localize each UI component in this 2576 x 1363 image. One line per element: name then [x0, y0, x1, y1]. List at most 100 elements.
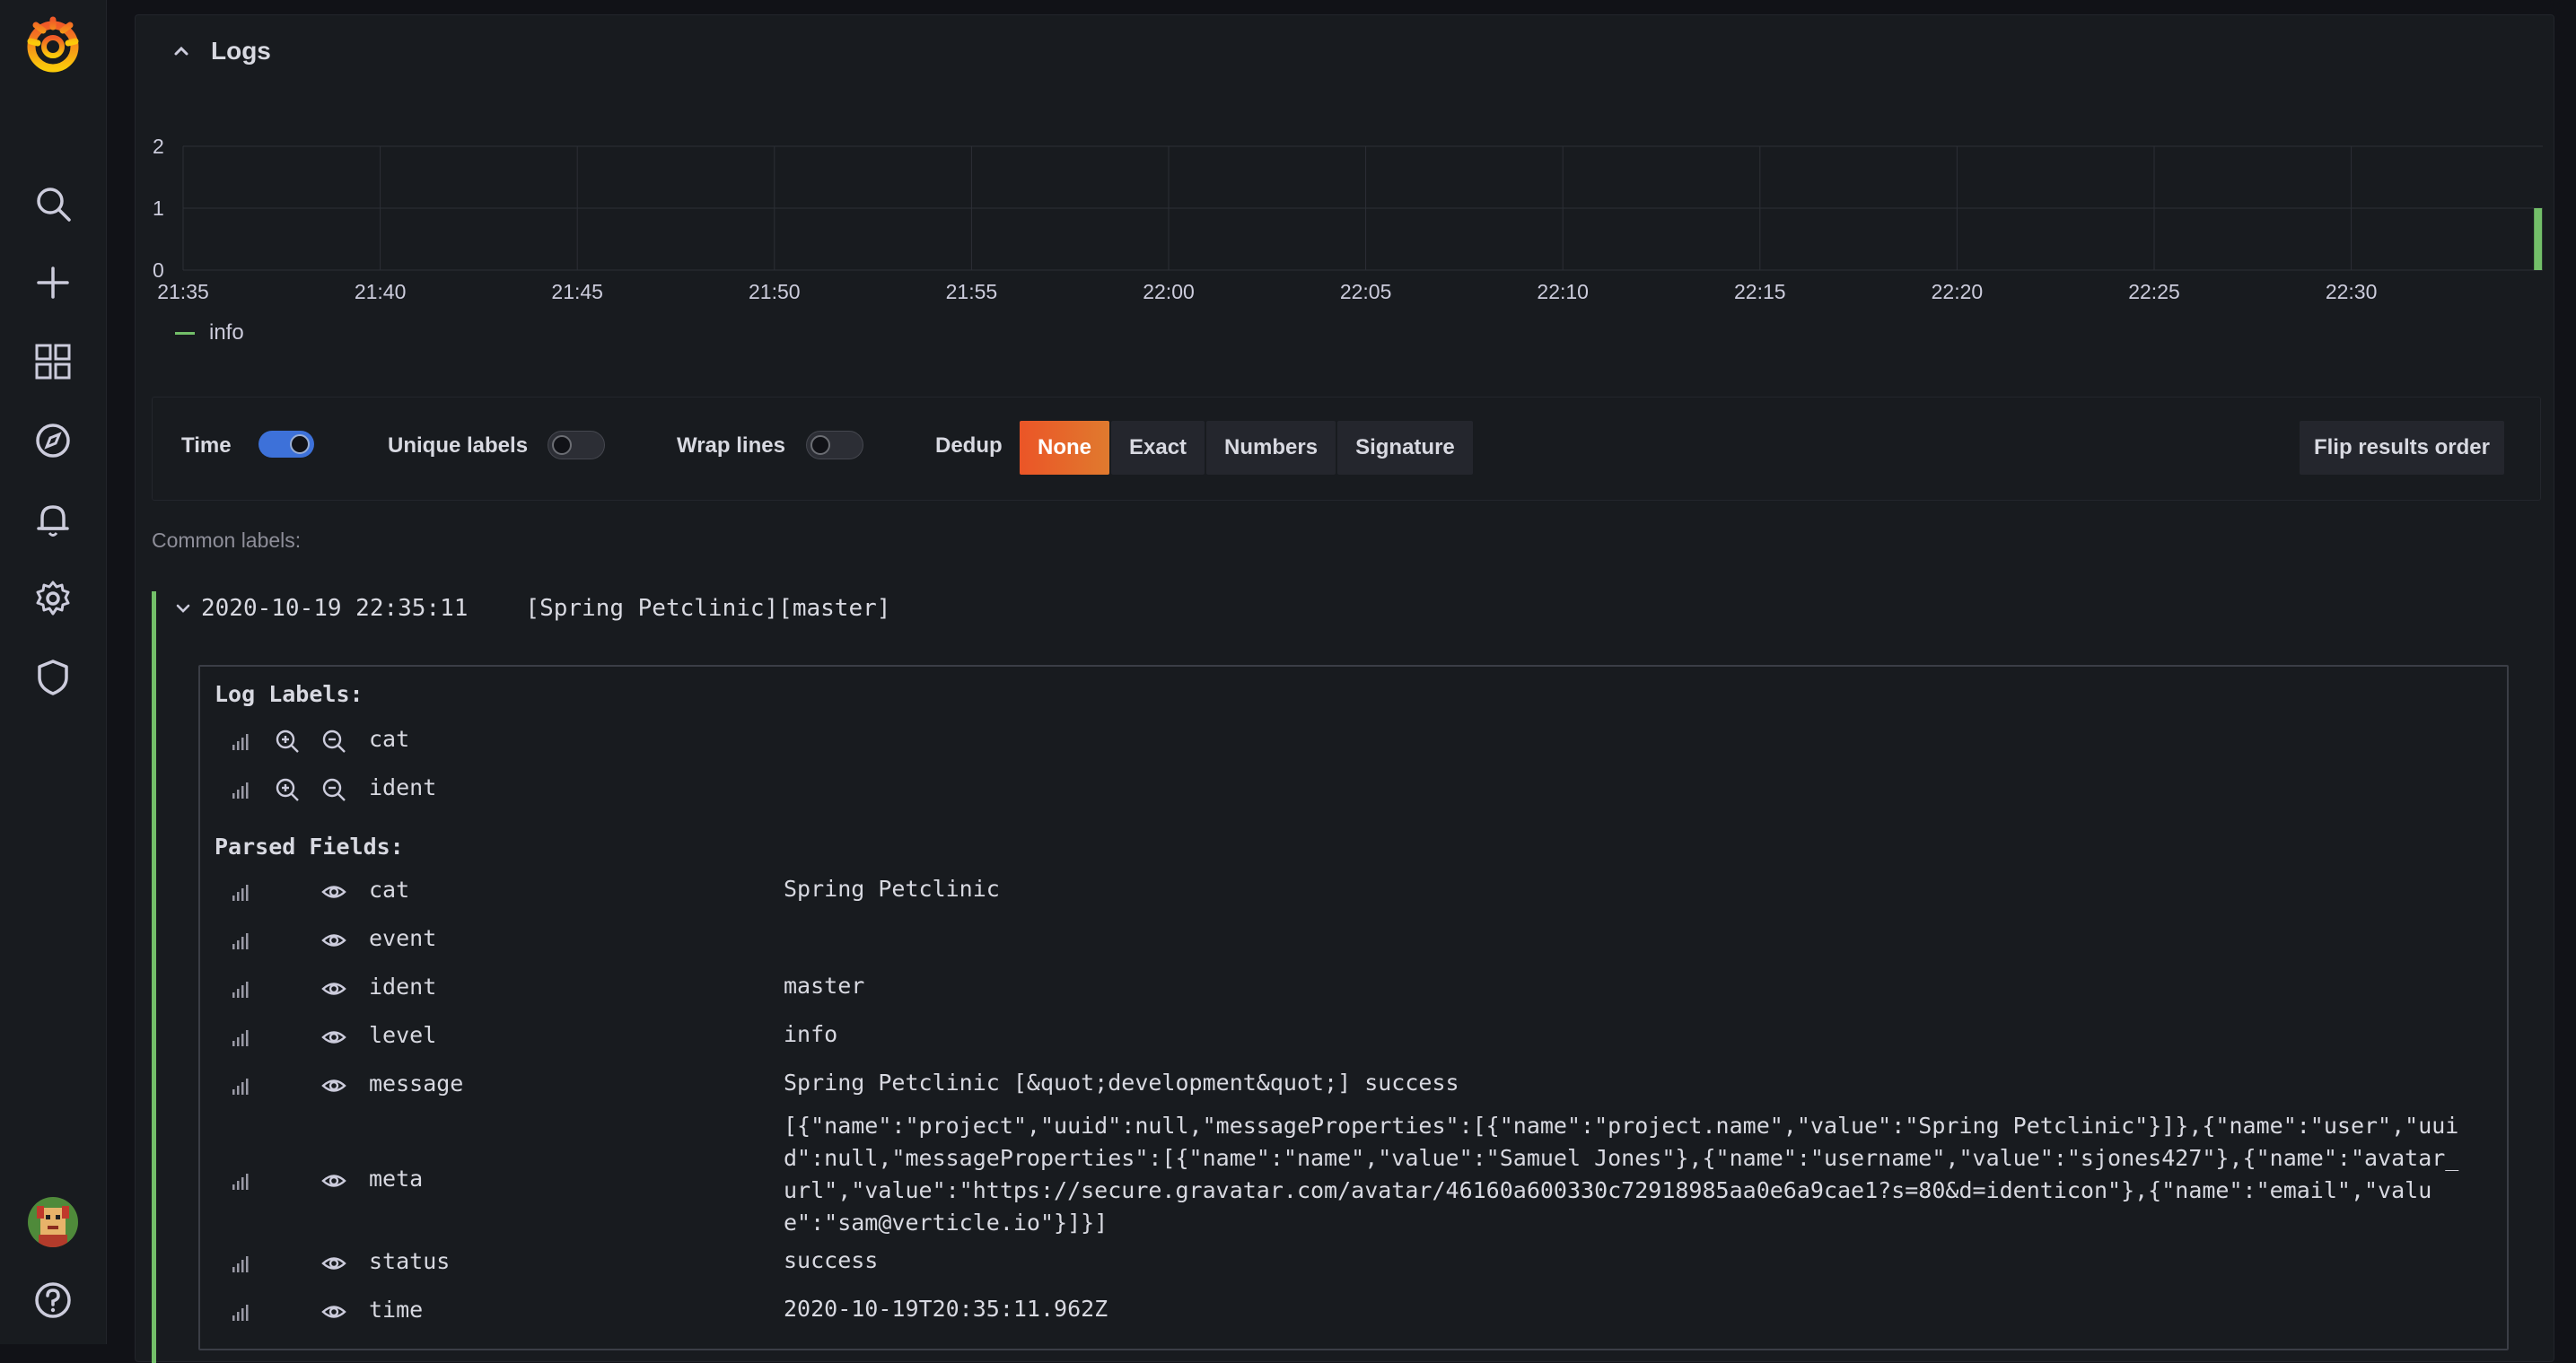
x-tick-label: 22:30	[2326, 280, 2378, 302]
parsed-fields-title: Parsed Fields:	[215, 834, 404, 860]
grafana-logo[interactable]	[20, 13, 86, 79]
parsed-field-name: cat	[369, 877, 410, 903]
zoom-out-icon[interactable]	[320, 776, 347, 803]
eye-icon[interactable]	[320, 1024, 347, 1051]
eye-icon[interactable]	[320, 1167, 347, 1194]
panel-header[interactable]: Logs	[171, 37, 271, 66]
panel-title: Logs	[211, 37, 271, 65]
stats-icon[interactable]	[227, 1072, 254, 1099]
stats-icon[interactable]	[227, 1167, 254, 1194]
parsed-field-value: master	[784, 973, 865, 999]
dashboards-icon[interactable]	[27, 336, 79, 388]
x-tick-label: 22:05	[1340, 280, 1392, 302]
parsed-field-name: time	[369, 1297, 424, 1323]
parsed-field-name: status	[369, 1248, 451, 1274]
y-tick-label: 2	[153, 135, 164, 158]
parsed-field-value: Spring Petclinic [&quot;development&quot…	[784, 1070, 1459, 1096]
parsed-field-value: [{"name":"project","uuid":null,"messageP…	[784, 1113, 2459, 1236]
stats-icon[interactable]	[227, 1250, 254, 1277]
dedup-none-button[interactable]: None	[1020, 421, 1109, 475]
log-line[interactable]: 2020-10-19 22:35:11 [Spring Petclinic][m…	[174, 595, 890, 622]
parsed-field-row: level info	[200, 1021, 2498, 1070]
parsed-field-row: status success	[200, 1247, 2498, 1297]
stats-icon[interactable]	[227, 728, 254, 755]
zoom-out-icon[interactable]	[320, 728, 347, 755]
stats-icon[interactable]	[227, 927, 254, 954]
dedup-label: Dedup	[935, 433, 1003, 458]
plus-icon[interactable]	[27, 257, 79, 309]
parsed-field-value: Spring Petclinic	[784, 876, 1000, 902]
x-tick-label: 22:00	[1143, 280, 1195, 302]
dedup-numbers-button[interactable]: Numbers	[1206, 421, 1336, 475]
x-tick-label: 21:35	[157, 280, 209, 302]
logs-volume-chart: 0 1 2 21:35 21:40 21:45 21:50 21:55 22:00 22:05 22…	[153, 135, 2543, 302]
stats-icon[interactable]	[227, 878, 254, 905]
stats-icon[interactable]	[227, 1298, 254, 1325]
parsed-field-name: ident	[369, 974, 437, 1000]
chevron-up-icon[interactable]	[171, 41, 191, 61]
time-switch[interactable]	[258, 431, 314, 458]
x-tick-label: 22:10	[1537, 280, 1589, 302]
parsed-field-row: event	[200, 925, 2498, 974]
dedup-options: None Exact Numbers Signature	[1020, 421, 1473, 475]
y-tick-label: 1	[153, 197, 164, 220]
chart-bar	[2534, 208, 2543, 270]
parsed-field-row: cat Spring Petclinic	[200, 876, 2498, 925]
legend-swatch	[175, 331, 195, 335]
dedup-signature-button[interactable]: Signature	[1337, 421, 1473, 475]
unique-labels-label: Unique labels	[388, 433, 529, 458]
stats-icon[interactable]	[227, 1024, 254, 1051]
sidebar	[0, 0, 107, 1344]
y-tick-label: 0	[153, 258, 164, 282]
help-icon[interactable]	[27, 1274, 79, 1326]
parsed-field-row: meta [{"name":"project","uuid":null,"mess…	[200, 1113, 2498, 1248]
x-tick-label: 22:20	[1932, 280, 1984, 302]
x-tick-label: 21:45	[551, 280, 603, 302]
dedup-exact-button[interactable]: Exact	[1111, 421, 1205, 475]
wrap-lines-label: Wrap lines	[677, 433, 785, 458]
unique-labels-switch[interactable]	[548, 431, 605, 459]
parsed-field-value: success	[784, 1247, 879, 1273]
x-tick-label: 22:25	[2128, 280, 2180, 302]
shield-icon[interactable]	[27, 651, 79, 703]
common-labels: Common labels:	[152, 529, 302, 552]
settings-icon[interactable]	[27, 572, 79, 625]
parsed-field-name: meta	[369, 1166, 424, 1192]
search-icon[interactable]	[27, 178, 79, 230]
log-labels-title: Log Labels:	[215, 681, 364, 707]
log-label-name: ident	[369, 774, 437, 800]
eye-icon[interactable]	[320, 927, 347, 954]
eye-icon[interactable]	[320, 1298, 347, 1325]
x-tick-label: 21:55	[946, 280, 998, 302]
chevron-down-icon[interactable]	[174, 599, 192, 617]
eye-icon[interactable]	[320, 878, 347, 905]
log-details: Log Labels: Parsed Fields: cat ident cat Sp…	[198, 665, 2509, 1350]
eye-icon[interactable]	[320, 975, 347, 1002]
parsed-field-name: level	[369, 1022, 437, 1048]
chart-legend[interactable]: info	[175, 320, 244, 345]
explore-icon[interactable]	[27, 415, 79, 467]
x-tick-label: 21:40	[355, 280, 407, 302]
alerting-icon[interactable]	[27, 494, 79, 546]
wrap-lines-switch[interactable]	[806, 431, 863, 459]
log-row[interactable]: 2020-10-19 22:35:11 [Spring Petclinic][m…	[152, 591, 2544, 1363]
log-options-bar: Time Unique labels Wrap lines Dedup None…	[152, 397, 2541, 501]
log-message: [Spring Petclinic][master]	[525, 595, 891, 622]
log-timestamp: 2020-10-19 22:35:11	[201, 595, 469, 622]
x-tick-label: 21:50	[749, 280, 801, 302]
parsed-field-value: 2020-10-19T20:35:11.962Z	[784, 1296, 1108, 1322]
stats-icon[interactable]	[227, 975, 254, 1002]
parsed-field-row: time 2020-10-19T20:35:11.962Z	[200, 1296, 2498, 1345]
x-tick-label: 22:15	[1734, 280, 1786, 302]
legend-label: info	[209, 320, 244, 345]
zoom-in-icon[interactable]	[274, 776, 301, 803]
eye-icon[interactable]	[320, 1250, 347, 1277]
flip-results-order-button[interactable]: Flip results order	[2299, 421, 2504, 475]
avatar[interactable]	[28, 1197, 78, 1247]
log-label-name: cat	[369, 726, 410, 752]
parsed-field-name: message	[369, 1070, 464, 1097]
parsed-field-value: info	[784, 1021, 838, 1047]
stats-icon[interactable]	[227, 776, 254, 803]
eye-icon[interactable]	[320, 1072, 347, 1099]
zoom-in-icon[interactable]	[274, 728, 301, 755]
